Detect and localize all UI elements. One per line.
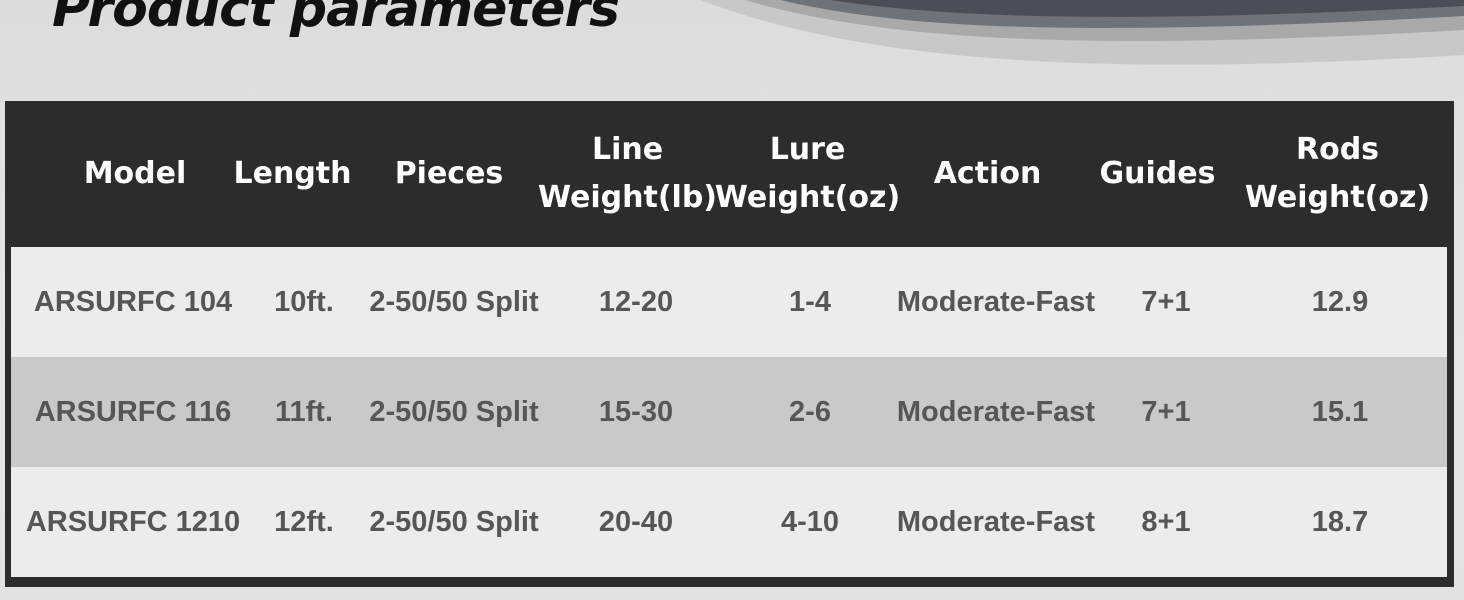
header-rods-weight: Rods Weight(oz) xyxy=(1245,101,1430,247)
header-pieces: Pieces xyxy=(375,101,523,247)
cell-line-weight: 20-40 xyxy=(598,505,674,538)
cell-line-weight: 12-20 xyxy=(598,285,674,318)
header-line-2: Weight(oz) xyxy=(1244,180,1431,215)
cell-pieces: 2-50/50 Split xyxy=(369,395,539,428)
cell-lure-weight: 4-10 xyxy=(780,505,840,538)
header-line-1: Pieces xyxy=(394,156,504,191)
header-line-2: Weight(oz) xyxy=(714,180,901,215)
table-row: ARSURFC 104 10ft. 2-50/50 Split 12-20 1-… xyxy=(11,247,1447,357)
cell-model: ARSURFC 104 xyxy=(33,285,233,318)
header-lure-weight: Lure Weight(oz) xyxy=(715,101,900,247)
table-row: ARSURFC 116 11ft. 2-50/50 Split 15-30 2-… xyxy=(11,357,1447,467)
cell-length: 10ft. xyxy=(274,285,334,318)
cell-guides: 7+1 xyxy=(1141,395,1191,428)
parameters-table: Model Length Pieces Line Weight(lb) Lure… xyxy=(5,101,1454,587)
cell-length: 11ft. xyxy=(274,395,334,428)
header-line-1: Length xyxy=(233,156,352,191)
cell-length: 12ft. xyxy=(274,505,334,538)
cell-lure-weight: 1-4 xyxy=(789,285,831,318)
table-body: ARSURFC 104 10ft. 2-50/50 Split 12-20 1-… xyxy=(11,247,1447,577)
header-length: Length xyxy=(220,101,365,247)
cell-model: ARSURFC 116 xyxy=(34,395,232,428)
header-line-2: Weight(lb) xyxy=(538,180,718,215)
header-line-1: Action xyxy=(933,156,1042,191)
cell-pieces: 2-50/50 Split xyxy=(369,505,539,538)
cell-guides: 7+1 xyxy=(1141,285,1191,318)
header-action: Action xyxy=(910,101,1065,247)
cell-rods-weight: 18.7 xyxy=(1311,505,1369,538)
header-model: Model xyxy=(60,101,210,247)
header-line-1: Model xyxy=(83,156,187,191)
page-title: Product parameters xyxy=(52,0,620,39)
cell-line-weight: 15-30 xyxy=(598,395,674,428)
header-line-1: Line xyxy=(591,132,664,167)
header-line-1: Guides xyxy=(1099,156,1216,191)
header-line-1: Lure xyxy=(769,132,846,167)
cell-rods-weight: 15.1 xyxy=(1311,395,1369,428)
table-row: ARSURFC 1210 12ft. 2-50/50 Split 20-40 4… xyxy=(11,467,1447,577)
cell-pieces: 2-50/50 Split xyxy=(369,285,539,318)
cell-action: Moderate-Fast xyxy=(896,505,1096,538)
cell-action: Moderate-Fast xyxy=(896,285,1096,318)
cell-lure-weight: 2-6 xyxy=(789,395,831,428)
table-header-row: Model Length Pieces Line Weight(lb) Lure… xyxy=(5,101,1454,247)
header-line-1: Rods xyxy=(1295,132,1380,167)
header-guides: Guides xyxy=(1085,101,1230,247)
cell-action: Moderate-Fast xyxy=(896,395,1096,428)
cell-model: ARSURFC 1210 xyxy=(25,505,241,538)
cell-rods-weight: 12.9 xyxy=(1311,285,1369,318)
cell-guides: 8+1 xyxy=(1141,505,1191,538)
header-line-weight: Line Weight(lb) xyxy=(538,101,718,247)
product-parameters-panel: Product parameters Model Length Pieces L… xyxy=(0,0,1464,600)
